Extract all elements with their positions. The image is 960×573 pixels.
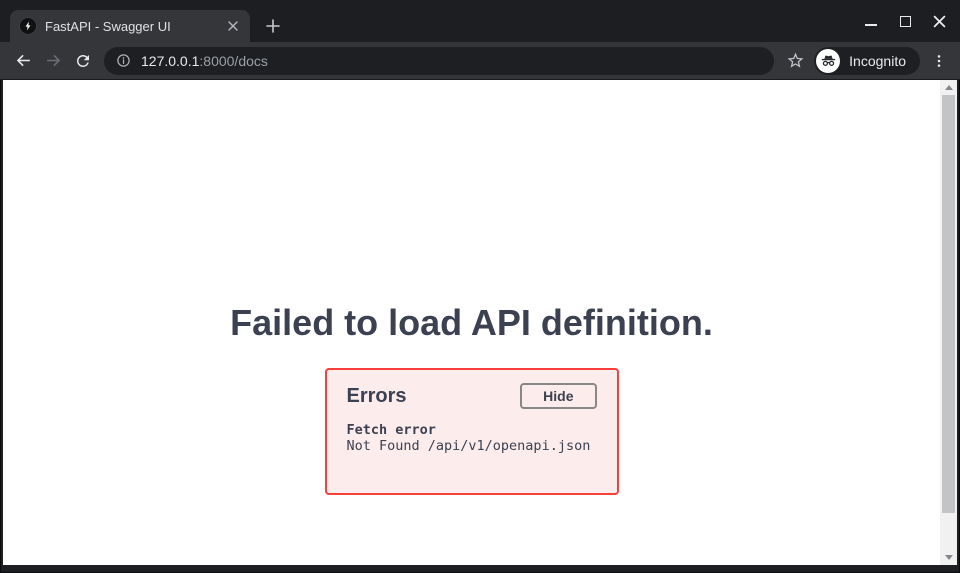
errors-header: Errors Hide <box>347 383 597 409</box>
forward-icon[interactable] <box>38 46 68 76</box>
reload-icon[interactable] <box>68 46 98 76</box>
fastapi-favicon-icon <box>20 18 36 34</box>
url-text: 127.0.0.1:8000/docs <box>141 53 268 69</box>
page-content: Failed to load API definition. Errors Hi… <box>3 80 957 565</box>
incognito-label: Incognito <box>849 53 906 69</box>
scrollbar-down-icon[interactable] <box>940 550 957 565</box>
swagger-page: Failed to load API definition. Errors Hi… <box>3 80 940 565</box>
close-icon[interactable] <box>928 10 950 32</box>
tab-close-icon[interactable] <box>224 17 242 35</box>
page-title: Failed to load API definition. <box>3 302 940 344</box>
vertical-scrollbar[interactable] <box>940 80 957 565</box>
scrollbar-up-icon[interactable] <box>940 80 957 95</box>
site-info-icon[interactable] <box>116 53 131 68</box>
tab-title: FastAPI - Swagger UI <box>45 19 224 34</box>
menu-dots-icon[interactable] <box>926 46 952 76</box>
url-path: :8000/docs <box>199 53 268 69</box>
scrollbar-thumb[interactable] <box>942 95 955 513</box>
window-titlebar: FastAPI - Swagger UI <box>0 0 960 42</box>
errors-panel: Errors Hide Fetch error Not Found /api/v… <box>325 368 619 495</box>
hide-errors-button[interactable]: Hide <box>520 383 596 409</box>
incognito-icon <box>816 49 840 73</box>
error-item: Fetch error Not Found /api/v1/openapi.js… <box>347 422 597 455</box>
error-item-title: Fetch error <box>347 422 597 438</box>
new-tab-icon[interactable] <box>259 12 287 40</box>
window-controls <box>860 0 950 42</box>
browser-tab[interactable]: FastAPI - Swagger UI <box>10 10 250 42</box>
back-icon[interactable] <box>8 46 38 76</box>
browser-toolbar: 127.0.0.1:8000/docs Incognito <box>0 42 960 80</box>
incognito-badge[interactable]: Incognito <box>814 47 920 75</box>
error-item-message: Not Found /api/v1/openapi.json <box>347 438 597 454</box>
url-bar[interactable]: 127.0.0.1:8000/docs <box>104 47 774 75</box>
errors-title: Errors <box>347 385 407 408</box>
url-host: 127.0.0.1 <box>141 53 199 69</box>
minimize-icon[interactable] <box>860 10 882 32</box>
bookmark-star-icon[interactable] <box>780 46 810 76</box>
maximize-icon[interactable] <box>894 10 916 32</box>
